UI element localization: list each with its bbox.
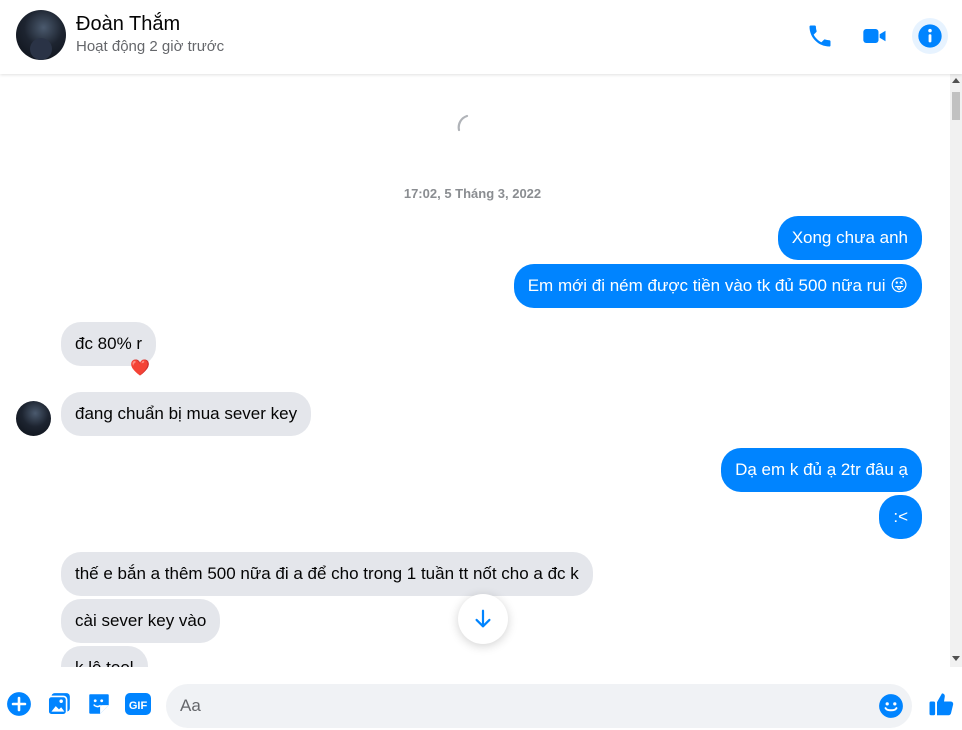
- message-timestamp: 17:02, 5 Tháng 3, 2022: [403, 186, 542, 201]
- arrow-down-icon: [475, 609, 491, 628]
- send-like-button[interactable]: [927, 689, 957, 719]
- call-button[interactable]: [802, 18, 838, 54]
- message-input[interactable]: [180, 684, 870, 728]
- gif-button[interactable]: GIF: [124, 691, 152, 717]
- image-icon: [47, 693, 70, 716]
- message-incoming[interactable]: đang chuẩn bị mua sever key: [61, 392, 312, 436]
- message-composer: GIF: [0, 675, 962, 730]
- thumbs-up-icon: [929, 693, 954, 716]
- scroll-down-arrow-icon[interactable]: [952, 656, 960, 661]
- message-outgoing[interactable]: Dạ em k đủ ạ 2tr đâu ạ: [721, 448, 922, 492]
- message-input-container: [166, 684, 912, 728]
- message-incoming[interactable]: thế e bắn a thêm 500 nữa đi a để cho tro…: [61, 552, 593, 596]
- gif-label: GIF: [129, 700, 148, 712]
- loading-spinner-icon: [457, 114, 469, 132]
- message-incoming[interactable]: cài sever key vào: [61, 599, 221, 643]
- contact-avatar[interactable]: [16, 10, 66, 60]
- conversation-header: Đoàn Thắm Hoạt động 2 giờ trước: [0, 0, 962, 74]
- message-list[interactable]: 17:02, 5 Tháng 3, 2022 Xong chưa anh Em …: [0, 74, 950, 667]
- info-icon: [918, 24, 942, 48]
- message-outgoing[interactable]: :<: [879, 495, 922, 539]
- video-call-button[interactable]: [857, 18, 893, 54]
- message-outgoing[interactable]: Xong chưa anh: [777, 216, 922, 260]
- heart-reaction-icon[interactable]: ❤️: [130, 358, 150, 378]
- scroll-up-arrow-icon[interactable]: [952, 78, 960, 83]
- more-actions-button[interactable]: [6, 691, 32, 717]
- sticker-icon: [89, 694, 109, 714]
- sticker-button[interactable]: [86, 691, 112, 717]
- sender-avatar[interactable]: [16, 401, 51, 436]
- gif-icon: GIF: [125, 693, 151, 715]
- chat-scrollbar[interactable]: [950, 74, 962, 667]
- attach-photo-button[interactable]: [46, 691, 72, 717]
- emoji-icon[interactable]: [878, 693, 904, 719]
- message-outgoing[interactable]: Em mới đi ném được tiền vào tk đủ 500 nữ…: [513, 264, 922, 308]
- conversation-info-button[interactable]: [912, 18, 948, 54]
- message-incoming[interactable]: k lộ tool: [61, 646, 148, 667]
- contact-status: Hoạt động 2 giờ trước: [76, 38, 225, 55]
- phone-icon: [809, 25, 831, 47]
- contact-name[interactable]: Đoàn Thắm: [76, 13, 180, 36]
- video-icon: [863, 29, 886, 43]
- plus-icon: [7, 692, 31, 716]
- scrollbar-thumb[interactable]: [952, 92, 960, 120]
- scroll-to-bottom-button[interactable]: [458, 594, 508, 644]
